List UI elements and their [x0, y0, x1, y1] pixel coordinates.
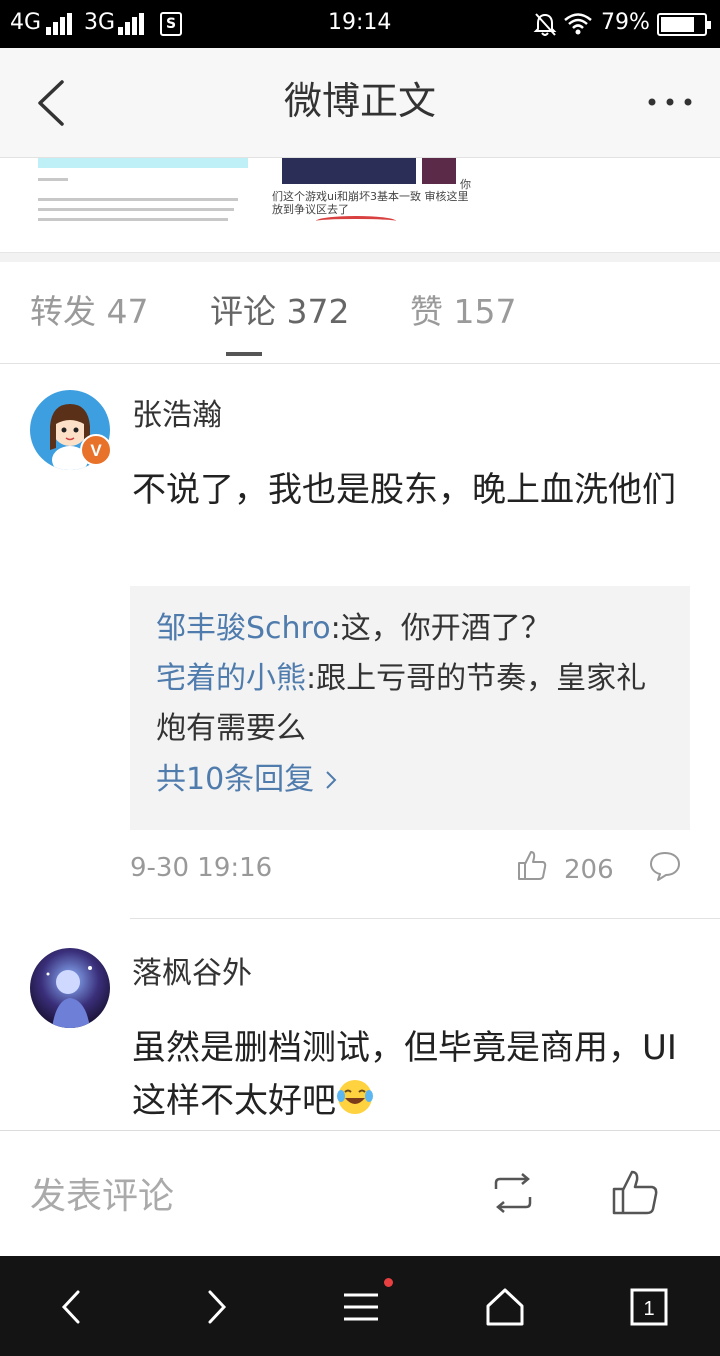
- tab-bar: 转发 47 评论 372 赞 157: [0, 262, 720, 364]
- like-count: 206: [564, 855, 614, 885]
- reply-username[interactable]: 宅着的小熊: [156, 661, 306, 696]
- avatar[interactable]: [30, 948, 110, 1028]
- reply-preview-box[interactable]: 邹丰骏Schro:这，你开酒了？ 宅着的小熊:跟上亏哥的节奏，皇家礼炮有需要么 …: [130, 586, 690, 830]
- comment-username[interactable]: 张浩瀚: [132, 396, 222, 436]
- reply-item: 宅着的小熊:跟上亏哥的节奏，皇家礼炮有需要么: [156, 654, 676, 754]
- svg-text:V: V: [90, 441, 102, 460]
- network-3g-label: 3G: [84, 10, 116, 35]
- reply-username[interactable]: 邹丰骏Schro: [156, 611, 331, 646]
- navigation-bar: 微博正文: [0, 48, 720, 158]
- tab-comments[interactable]: 评论 372: [210, 290, 349, 334]
- thumbs-up-icon[interactable]: [610, 1167, 660, 1217]
- tab-likes[interactable]: 赞 157: [410, 290, 516, 334]
- mute-bell-icon: [533, 13, 557, 36]
- comment-input[interactable]: 发表评论: [30, 1173, 174, 1221]
- comment-text-content: 虽然是删档测试，但毕竟是商用，UI这样不太好吧: [132, 1028, 677, 1121]
- wifi-icon: [564, 13, 592, 35]
- network-4g-label: 4G: [10, 10, 42, 35]
- section-separator: [0, 252, 720, 262]
- battery-fill: [661, 17, 695, 32]
- comment-timestamp: 9-30 19:16: [130, 853, 273, 883]
- post-image-1[interactable]: [38, 158, 250, 222]
- status-bar: 4G 3G S 19:14 79%: [0, 0, 720, 48]
- svg-text:1: 1: [643, 1298, 654, 1320]
- post-image-strip: 你 们这个游戏ui和崩坏3基本一致 审核这里放到争议区去了: [0, 158, 720, 252]
- verified-badge-icon: V: [80, 434, 112, 466]
- forward-arrow-icon[interactable]: [190, 1282, 240, 1332]
- signal-icon: [118, 13, 146, 35]
- reply-item: 邹丰骏Schro:这，你开酒了？: [156, 604, 676, 654]
- battery-icon: [657, 13, 711, 36]
- back-arrow-icon[interactable]: [48, 1282, 98, 1332]
- notification-dot: [384, 1278, 393, 1287]
- reply-text: :这，你开酒了？: [330, 611, 551, 646]
- laugh-cry-emoji: [337, 1080, 373, 1114]
- more-replies-link[interactable]: 共10条回复: [156, 758, 338, 802]
- repost-icon[interactable]: [488, 1171, 538, 1215]
- comment-divider: [130, 918, 720, 919]
- system-navigation-bar: 1: [0, 1256, 720, 1356]
- comment-action-bar: 发表评论: [0, 1130, 720, 1256]
- signal-icon: [46, 13, 74, 35]
- tab-reposts[interactable]: 转发 47: [30, 290, 148, 334]
- post-image-2[interactable]: 你 们这个游戏ui和崩坏3基本一致 审核这里放到争议区去了: [272, 158, 471, 222]
- image-caption: 们这个游戏ui和崩坏3基本一致 审核这里放到争议区去了: [272, 190, 469, 216]
- tabs-icon[interactable]: 1: [624, 1282, 674, 1332]
- comment-text: 不说了，我也是股东，晚上血洗他们: [132, 470, 676, 510]
- menu-icon[interactable]: [336, 1282, 386, 1332]
- active-tab-indicator: [226, 352, 262, 356]
- comment-bubble-icon[interactable]: [648, 850, 682, 882]
- thumbs-up-icon[interactable]: [516, 848, 548, 882]
- clock: 19:14: [328, 10, 392, 35]
- home-icon[interactable]: [480, 1282, 530, 1332]
- chevron-right-icon: [326, 771, 337, 789]
- sim-icon: S: [160, 12, 182, 36]
- more-replies-label: 共10条回复: [156, 762, 315, 797]
- more-dots-icon[interactable]: [640, 86, 700, 122]
- page-title: 微博正文: [283, 79, 436, 123]
- battery-percent: 79%: [601, 10, 650, 35]
- comment-text: 虽然是删档测试，但毕竟是商用，UI这样不太好吧: [132, 1022, 692, 1128]
- comment-username[interactable]: 落枫谷外: [132, 954, 252, 994]
